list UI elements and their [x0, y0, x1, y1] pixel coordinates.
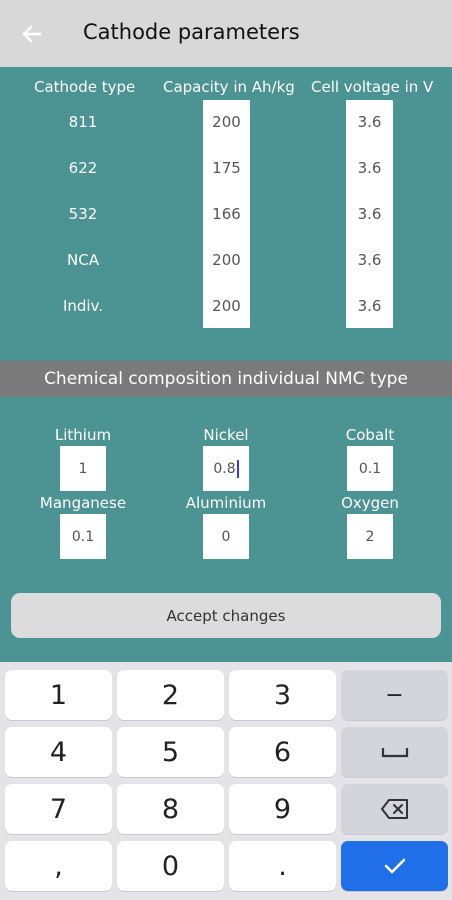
manganese-input[interactable]: 0.1: [60, 514, 106, 559]
capacity-input-indiv[interactable]: 200: [203, 297, 250, 315]
key-period[interactable]: .: [229, 841, 336, 891]
space-icon: [381, 748, 408, 758]
row-label-nca: NCA: [67, 251, 99, 269]
page-title: Cathode parameters: [83, 20, 300, 44]
voltage-input-532[interactable]: 3.6: [346, 205, 393, 223]
oxygen-label: Oxygen: [341, 494, 399, 512]
key-2[interactable]: 2: [117, 670, 224, 720]
lithium-label: Lithium: [54, 426, 112, 444]
lithium-value: 1: [78, 460, 88, 477]
row-label-622: 622: [68, 159, 98, 177]
app-bar: Cathode parameters: [0, 0, 452, 67]
capacity-input-622[interactable]: 175: [203, 159, 250, 177]
row-label-811: 811: [68, 113, 98, 131]
numeric-keyboard: 1 2 3 − 4 5 6 7 8 9 , 0 .: [0, 662, 452, 900]
aluminium-input[interactable]: 0: [203, 514, 249, 559]
key-comma[interactable]: ,: [5, 841, 112, 891]
backspace-icon: [380, 799, 408, 819]
cobalt-label: Cobalt: [345, 426, 395, 444]
key-4[interactable]: 4: [5, 727, 112, 777]
capacity-input-532[interactable]: 166: [203, 205, 250, 223]
manganese-value: 0.1: [71, 528, 95, 545]
checkmark-icon: [384, 858, 405, 874]
back-button[interactable]: [16, 18, 48, 50]
manganese-label: Manganese: [39, 494, 127, 512]
voltage-input-indiv[interactable]: 3.6: [346, 297, 393, 315]
voltage-input-622[interactable]: 3.6: [346, 159, 393, 177]
header-cathode-type: Cathode type: [34, 78, 136, 96]
lithium-input[interactable]: 1: [60, 446, 106, 491]
key-1[interactable]: 1: [5, 670, 112, 720]
key-3[interactable]: 3: [229, 670, 336, 720]
composition-section-header: Chemical composition individual NMC type: [0, 361, 452, 397]
key-8[interactable]: 8: [117, 784, 224, 834]
row-label-indiv: Indiv.: [62, 297, 104, 315]
header-capacity: Capacity in Ah/kg: [163, 78, 295, 96]
key-backspace[interactable]: [341, 784, 448, 834]
key-enter[interactable]: [341, 841, 448, 891]
oxygen-input[interactable]: 2: [347, 514, 393, 559]
key-minus[interactable]: −: [341, 670, 448, 720]
capacity-input-nca[interactable]: 200: [203, 251, 250, 269]
voltage-input-nca[interactable]: 3.6: [346, 251, 393, 269]
aluminium-value: 0: [221, 528, 231, 545]
voltage-input-811[interactable]: 3.6: [346, 113, 393, 131]
key-5[interactable]: 5: [117, 727, 224, 777]
key-7[interactable]: 7: [5, 784, 112, 834]
nickel-value: 0.8: [213, 460, 236, 477]
key-9[interactable]: 9: [229, 784, 336, 834]
key-space[interactable]: [341, 727, 448, 777]
aluminium-label: Aluminium: [185, 494, 267, 512]
capacity-input-811[interactable]: 200: [203, 113, 250, 131]
key-0[interactable]: 0: [117, 841, 224, 891]
cobalt-value: 0.1: [358, 460, 382, 477]
text-cursor: [236, 459, 239, 478]
header-cell-voltage: Cell voltage in V: [311, 78, 434, 96]
nickel-label: Nickel: [203, 426, 249, 444]
cobalt-input[interactable]: 0.1: [347, 446, 393, 491]
arrow-left-icon: [22, 25, 42, 43]
oxygen-value: 2: [365, 528, 375, 545]
accept-changes-button[interactable]: Accept changes: [11, 593, 441, 638]
nickel-input[interactable]: 0.8: [203, 446, 249, 491]
row-label-532: 532: [68, 205, 98, 223]
key-6[interactable]: 6: [229, 727, 336, 777]
composition-section-title: Chemical composition individual NMC type: [44, 369, 408, 389]
